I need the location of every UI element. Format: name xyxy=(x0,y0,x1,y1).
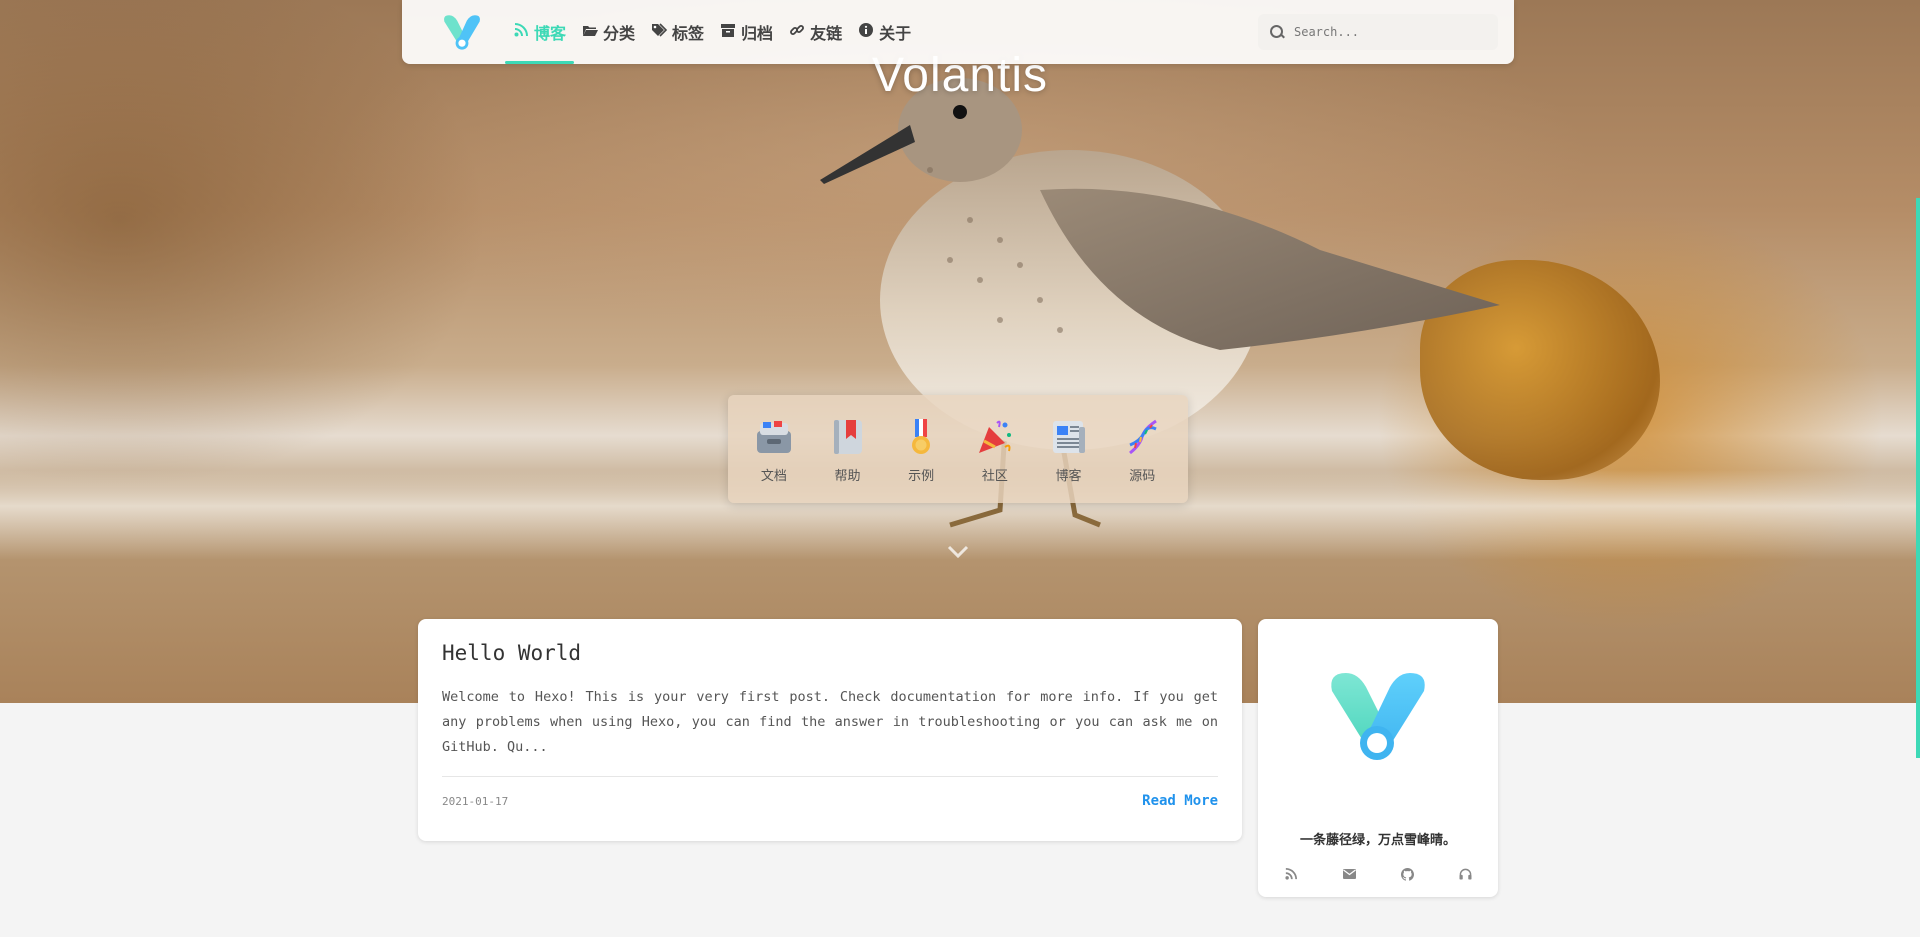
rss-icon xyxy=(513,23,529,41)
quick-link-examples[interactable]: 示例 xyxy=(884,395,958,503)
quick-link-label: 源码 xyxy=(1129,469,1156,484)
envelope-icon xyxy=(1342,869,1356,879)
tags-icon xyxy=(651,23,668,41)
folder-open-icon xyxy=(582,23,599,41)
search-input[interactable] xyxy=(1294,25,1484,39)
page-scroll-indicator[interactable] xyxy=(1916,198,1920,758)
read-more-link[interactable]: Read More xyxy=(1142,793,1218,809)
newspaper-emoji-icon xyxy=(1048,415,1090,459)
quick-link-blog[interactable]: 博客 xyxy=(1032,395,1106,503)
social-rss-button[interactable] xyxy=(1271,864,1311,884)
quick-link-source[interactable]: 源码 xyxy=(1105,395,1179,503)
quick-link-label: 帮助 xyxy=(834,469,861,484)
dna-emoji-icon xyxy=(1121,415,1163,459)
party-popper-emoji-icon xyxy=(974,415,1016,459)
post-date: 2021-01-17 xyxy=(442,794,509,808)
post-card: Hello World Welcome to Hexo! This is you… xyxy=(418,619,1242,841)
nav-item-label: 博客 xyxy=(534,24,567,43)
nav-item-label: 归档 xyxy=(741,24,774,43)
quick-link-label: 博客 xyxy=(1055,469,1082,484)
quick-link-community[interactable]: 社区 xyxy=(958,395,1032,503)
quick-link-docs[interactable]: 文档 xyxy=(737,395,811,503)
headphones-icon xyxy=(1459,868,1471,880)
bookmark-book-emoji-icon xyxy=(827,415,869,459)
nav-item-about[interactable]: 关于 xyxy=(850,0,919,64)
rss-icon xyxy=(1285,868,1297,880)
link-icon xyxy=(789,23,805,41)
nav-item-friends[interactable]: 友链 xyxy=(781,0,850,64)
search-box[interactable] xyxy=(1258,14,1498,50)
post-footer: 2021-01-17 Read More xyxy=(442,793,1218,809)
medal-emoji-icon xyxy=(900,415,942,459)
social-links xyxy=(1258,864,1498,884)
nav-item-label: 分类 xyxy=(603,24,636,43)
quick-links-panel: 文档 帮助 示例 社区 博客 源码 xyxy=(728,395,1188,503)
file-box-emoji-icon xyxy=(753,415,795,459)
quick-link-label: 社区 xyxy=(981,469,1008,484)
main-menu: 博客 分类 标签 归档 友链 关于 xyxy=(505,0,919,64)
social-music-button[interactable] xyxy=(1445,864,1485,884)
archive-icon xyxy=(720,23,736,41)
nav-item-categories[interactable]: 分类 xyxy=(574,0,643,64)
author-card: 一条藤径绿，万点雪峰晴。 xyxy=(1258,619,1498,897)
post-divider xyxy=(442,776,1218,777)
nav-item-blog[interactable]: 博客 xyxy=(505,0,575,64)
nav-item-label: 友链 xyxy=(810,24,843,43)
top-navbar: 博客 分类 标签 归档 友链 关于 Search... xyxy=(402,0,1514,64)
social-email-button[interactable] xyxy=(1329,864,1369,884)
search-icon xyxy=(1270,25,1284,39)
quick-link-label: 示例 xyxy=(908,469,935,484)
quick-link-label: 文档 xyxy=(760,469,787,484)
nav-item-tags[interactable]: 标签 xyxy=(643,0,712,64)
site-logo[interactable] xyxy=(442,12,482,52)
post-excerpt: Welcome to Hexo! This is your very first… xyxy=(442,689,1218,755)
nav-item-label: 关于 xyxy=(879,24,912,43)
quick-link-help[interactable]: 帮助 xyxy=(811,395,885,503)
social-github-button[interactable] xyxy=(1387,864,1427,884)
nav-item-label: 标签 xyxy=(672,24,705,43)
post-title[interactable]: Hello World xyxy=(442,641,1218,665)
chevron-down-icon[interactable] xyxy=(947,545,969,559)
info-circle-icon xyxy=(858,23,874,41)
hero-banner: Volantis xyxy=(0,0,1920,703)
nav-item-archives[interactable]: 归档 xyxy=(712,0,781,64)
author-avatar[interactable] xyxy=(1328,669,1428,761)
author-motto: 一条藤径绿，万点雪峰晴。 xyxy=(1299,833,1456,848)
github-icon xyxy=(1400,867,1414,881)
